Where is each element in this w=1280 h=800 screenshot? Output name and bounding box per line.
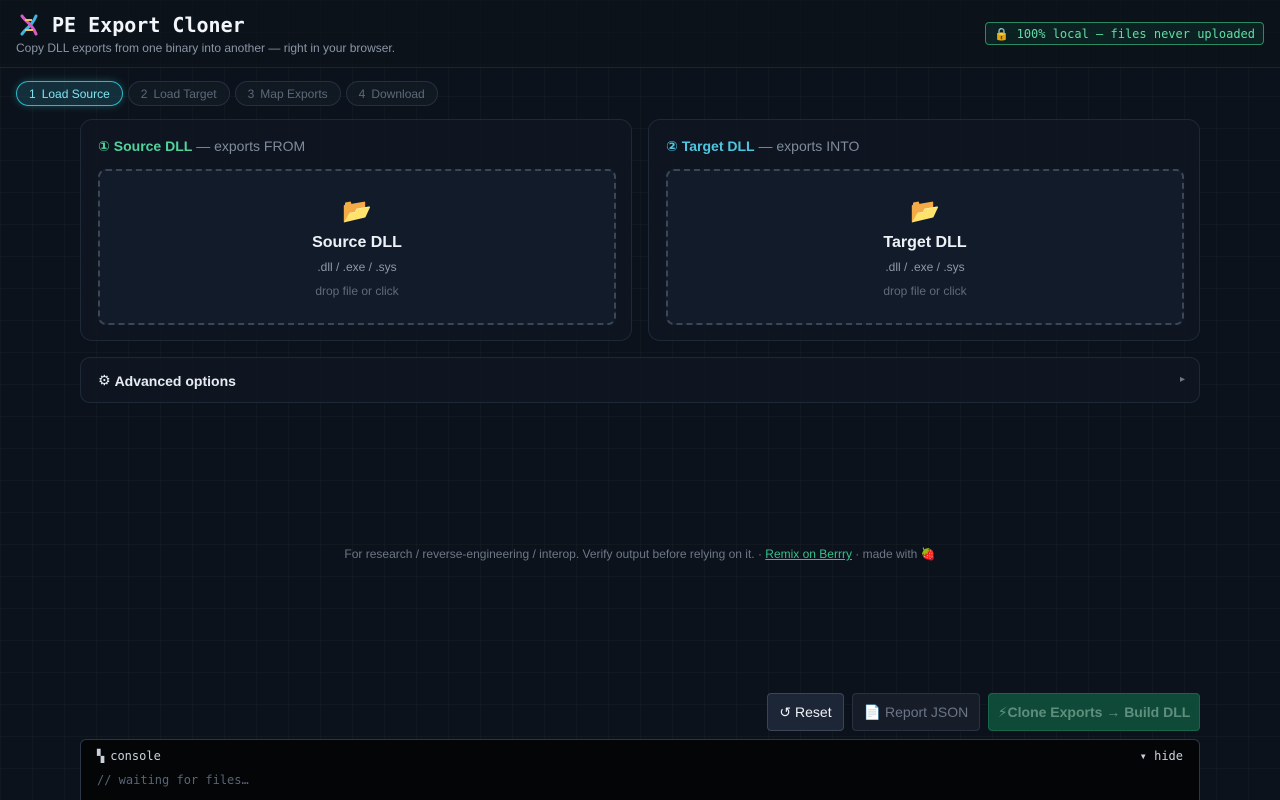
step-label: Load Target bbox=[153, 86, 217, 101]
step-label: Download bbox=[371, 86, 425, 101]
app-title: PE Export Cloner bbox=[16, 12, 245, 38]
target-card-heading: ② Target DLL — exports INTO bbox=[666, 138, 859, 155]
clone-exports-button[interactable]: ⚡Clone Exports → Build DLL bbox=[988, 693, 1200, 731]
console-output-line: // waiting for files… bbox=[97, 773, 249, 787]
source-dropzone-types: .dll / .exe / .sys bbox=[317, 260, 397, 274]
step-label: Load Source bbox=[41, 86, 110, 101]
app-title-text: PE Export Cloner bbox=[52, 13, 245, 37]
app-header: PE Export Cloner Copy DLL exports from o… bbox=[0, 0, 1280, 68]
source-card-desc: — exports FROM bbox=[192, 138, 306, 154]
source-step-number: ① bbox=[98, 138, 110, 154]
target-card-desc: — exports INTO bbox=[754, 138, 860, 154]
step-load-target[interactable]: 2 Load Target bbox=[127, 81, 230, 106]
source-dropzone-hint: drop file or click bbox=[315, 284, 399, 298]
step-number: 3 bbox=[247, 86, 255, 101]
target-dropzone-title: Target DLL bbox=[883, 234, 967, 251]
app-subtitle: Copy DLL exports from one binary into an… bbox=[16, 41, 396, 55]
target-step-number: ② bbox=[666, 138, 678, 154]
dna-icon bbox=[20, 14, 38, 36]
folder-icon: 📂 bbox=[342, 198, 372, 225]
source-dropzone[interactable]: 📂 Source DLL .dll / .exe / .sys drop fil… bbox=[98, 169, 616, 325]
step-map-exports[interactable]: 3 Map Exports bbox=[234, 81, 341, 106]
step-download[interactable]: 4 Download bbox=[345, 81, 438, 106]
step-number: 4 bbox=[358, 86, 366, 101]
source-card-heading: ① Source DLL — exports FROM bbox=[98, 138, 305, 155]
reset-button[interactable]: ↺ Reset bbox=[767, 693, 844, 731]
report-json-button[interactable]: 📄 Report JSON bbox=[852, 693, 980, 731]
target-dropzone-hint: drop file or click bbox=[883, 284, 967, 298]
remix-link[interactable]: Remix on Berrry bbox=[765, 547, 852, 561]
target-dll-card: ② Target DLL — exports INTO 📂 Target DLL… bbox=[648, 119, 1200, 341]
chevron-right-icon: ▸ bbox=[1179, 374, 1185, 385]
footer-disclaimer: For research / reverse-engineering / int… bbox=[344, 547, 766, 561]
target-dropzone[interactable]: 📂 Target DLL .dll / .exe / .sys drop fil… bbox=[666, 169, 1184, 325]
gear-icon: ⚙ bbox=[98, 372, 111, 388]
advanced-options-text: Advanced options bbox=[114, 372, 236, 389]
footer-made-with: · made with 🍓 bbox=[851, 547, 936, 561]
folder-icon: 📂 bbox=[910, 198, 940, 225]
step-number: 2 bbox=[140, 86, 148, 101]
step-load-source[interactable]: 1 Load Source bbox=[16, 81, 123, 106]
terminal-icon: ▚ bbox=[97, 749, 105, 763]
local-badge: 🔒 100% local — files never uploaded bbox=[985, 22, 1264, 45]
source-dropzone-title: Source DLL bbox=[312, 234, 402, 251]
target-card-name: Target DLL bbox=[681, 138, 755, 154]
source-card-name: Source DLL bbox=[113, 138, 193, 154]
step-label: Map Exports bbox=[260, 86, 328, 101]
step-indicator: 1 Load Source 2 Load Target 3 Map Export… bbox=[16, 81, 438, 106]
advanced-options-label: ⚙ Advanced options bbox=[98, 372, 236, 389]
source-dll-card: ① Source DLL — exports FROM 📂 Source DLL… bbox=[80, 119, 632, 341]
console-hide-button[interactable]: ▾ hide bbox=[1140, 749, 1183, 763]
advanced-options-toggle[interactable]: ⚙ Advanced options ▸ bbox=[80, 357, 1200, 403]
step-number: 1 bbox=[29, 86, 36, 101]
target-dropzone-types: .dll / .exe / .sys bbox=[885, 260, 965, 274]
console-panel: ▚ console ▾ hide // waiting for files… bbox=[80, 739, 1200, 800]
console-title: console bbox=[110, 749, 161, 763]
footer-note: For research / reverse-engineering / int… bbox=[0, 547, 1280, 561]
console-header: ▚ console bbox=[97, 749, 161, 763]
